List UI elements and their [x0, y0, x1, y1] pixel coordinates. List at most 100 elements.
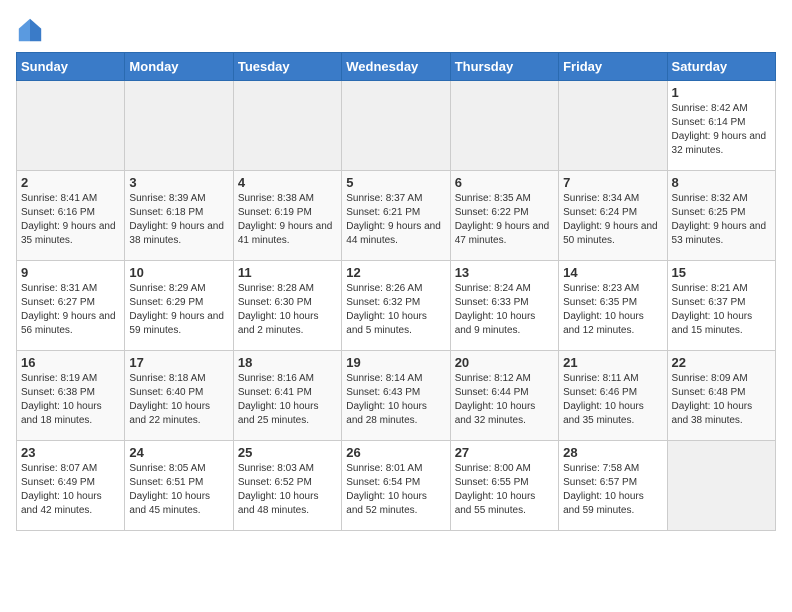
day-number: 26: [346, 445, 445, 460]
calendar-cell: 6 Sunrise: 8:35 AM Sunset: 6:22 PM Daylig…: [450, 171, 558, 261]
day-info: Sunrise: 8:16 AM Sunset: 6:41 PM Dayligh…: [238, 372, 337, 428]
day-number: 10: [129, 265, 228, 280]
logo-icon: [16, 16, 44, 44]
day-info: Sunrise: 8:01 AM Sunset: 6:54 PM Dayligh…: [346, 462, 445, 518]
header-day-wednesday: Wednesday: [342, 53, 450, 81]
day-number: 14: [563, 265, 662, 280]
calendar-cell: 8Sunrise: 8:32 AM Sunset: 6:25 PM Daylig…: [667, 171, 775, 261]
calendar-cell: 25Sunrise: 8:03 AM Sunset: 6:52 PM Dayli…: [233, 441, 341, 531]
day-info: Sunrise: 8:03 AM Sunset: 6:52 PM Dayligh…: [238, 462, 337, 518]
day-info: Sunrise: 8:24 AM Sunset: 6:33 PM Dayligh…: [455, 282, 554, 338]
day-info: Sunrise: 8:38 AM Sunset: 6:19 PM Dayligh…: [238, 192, 337, 248]
calendar-cell: 9Sunrise: 8:31 AM Sunset: 6:27 PM Daylig…: [17, 261, 125, 351]
calendar-cell: [342, 81, 450, 171]
header-day-monday: Monday: [125, 53, 233, 81]
day-info: Sunrise: 8:35 AM Sunset: 6:22 PM Dayligh…: [455, 192, 554, 248]
week-row-1: 2 Sunrise: 8:41 AM Sunset: 6:16 PM Daylig…: [17, 171, 776, 261]
calendar-cell: 5 Sunrise: 8:37 AM Sunset: 6:21 PM Daylig…: [342, 171, 450, 261]
day-info: Sunrise: 8:09 AM Sunset: 6:48 PM Dayligh…: [672, 372, 771, 428]
day-number: 21: [563, 355, 662, 370]
day-info: Sunrise: 8:07 AM Sunset: 6:49 PM Dayligh…: [21, 462, 120, 518]
calendar-cell: 27 Sunrise: 8:00 AM Sunset: 6:55 PM Dayli…: [450, 441, 558, 531]
day-info: Sunrise: 8:37 AM Sunset: 6:21 PM Dayligh…: [346, 192, 445, 248]
header-row: SundayMondayTuesdayWednesdayThursdayFrid…: [17, 53, 776, 81]
day-number: 17: [129, 355, 228, 370]
calendar-body: 1 Sunrise: 8:42 AM Sunset: 6:14 PM Daylig…: [17, 81, 776, 531]
day-info: Sunrise: 8:21 AM Sunset: 6:37 PM Dayligh…: [672, 282, 771, 338]
calendar-cell: 11Sunrise: 8:28 AM Sunset: 6:30 PM Dayli…: [233, 261, 341, 351]
day-info: Sunrise: 8:05 AM Sunset: 6:51 PM Dayligh…: [129, 462, 228, 518]
day-number: 11: [238, 265, 337, 280]
day-number: 27: [455, 445, 554, 460]
day-info: Sunrise: 8:19 AM Sunset: 6:38 PM Dayligh…: [21, 372, 120, 428]
week-row-4: 23 Sunrise: 8:07 AM Sunset: 6:49 PM Dayli…: [17, 441, 776, 531]
header-day-saturday: Saturday: [667, 53, 775, 81]
day-info: Sunrise: 8:00 AM Sunset: 6:55 PM Dayligh…: [455, 462, 554, 518]
calendar-cell: [233, 81, 341, 171]
day-info: Sunrise: 8:41 AM Sunset: 6:16 PM Dayligh…: [21, 192, 120, 248]
day-number: 20: [455, 355, 554, 370]
week-row-0: 1 Sunrise: 8:42 AM Sunset: 6:14 PM Daylig…: [17, 81, 776, 171]
day-number: 23: [21, 445, 120, 460]
header-day-sunday: Sunday: [17, 53, 125, 81]
page-header: [16, 16, 776, 44]
header-day-tuesday: Tuesday: [233, 53, 341, 81]
calendar-cell: [667, 441, 775, 531]
calendar-cell: 26 Sunrise: 8:01 AM Sunset: 6:54 PM Dayli…: [342, 441, 450, 531]
day-info: Sunrise: 8:39 AM Sunset: 6:18 PM Dayligh…: [129, 192, 228, 248]
calendar-cell: 21 Sunrise: 8:11 AM Sunset: 6:46 PM Dayli…: [559, 351, 667, 441]
day-number: 6: [455, 175, 554, 190]
day-number: 13: [455, 265, 554, 280]
calendar-cell: 20 Sunrise: 8:12 AM Sunset: 6:44 PM Dayli…: [450, 351, 558, 441]
calendar-cell: 15 Sunrise: 8:21 AM Sunset: 6:37 PM Dayli…: [667, 261, 775, 351]
day-info: Sunrise: 8:12 AM Sunset: 6:44 PM Dayligh…: [455, 372, 554, 428]
calendar-cell: 13 Sunrise: 8:24 AM Sunset: 6:33 PM Dayli…: [450, 261, 558, 351]
day-number: 15: [672, 265, 771, 280]
day-number: 1: [672, 85, 771, 100]
week-row-3: 16 Sunrise: 8:19 AM Sunset: 6:38 PM Dayli…: [17, 351, 776, 441]
day-number: 8: [672, 175, 771, 190]
day-info: Sunrise: 8:34 AM Sunset: 6:24 PM Dayligh…: [563, 192, 662, 248]
day-number: 12: [346, 265, 445, 280]
day-number: 2: [21, 175, 120, 190]
day-number: 24: [129, 445, 228, 460]
day-info: Sunrise: 8:23 AM Sunset: 6:35 PM Dayligh…: [563, 282, 662, 338]
day-info: Sunrise: 8:29 AM Sunset: 6:29 PM Dayligh…: [129, 282, 228, 338]
calendar-cell: 2 Sunrise: 8:41 AM Sunset: 6:16 PM Daylig…: [17, 171, 125, 261]
calendar-cell: 14 Sunrise: 8:23 AM Sunset: 6:35 PM Dayli…: [559, 261, 667, 351]
day-info: Sunrise: 8:11 AM Sunset: 6:46 PM Dayligh…: [563, 372, 662, 428]
day-number: 7: [563, 175, 662, 190]
day-info: Sunrise: 8:42 AM Sunset: 6:14 PM Dayligh…: [672, 102, 771, 158]
calendar-cell: [559, 81, 667, 171]
day-info: Sunrise: 8:18 AM Sunset: 6:40 PM Dayligh…: [129, 372, 228, 428]
day-number: 18: [238, 355, 337, 370]
calendar-cell: 10 Sunrise: 8:29 AM Sunset: 6:29 PM Dayli…: [125, 261, 233, 351]
day-number: 22: [672, 355, 771, 370]
day-number: 3: [129, 175, 228, 190]
calendar-cell: 18 Sunrise: 8:16 AM Sunset: 6:41 PM Dayli…: [233, 351, 341, 441]
calendar-cell: [450, 81, 558, 171]
header-day-friday: Friday: [559, 53, 667, 81]
calendar-cell: 7 Sunrise: 8:34 AM Sunset: 6:24 PM Daylig…: [559, 171, 667, 261]
logo: [16, 16, 48, 44]
calendar-cell: [17, 81, 125, 171]
calendar-cell: 22 Sunrise: 8:09 AM Sunset: 6:48 PM Dayli…: [667, 351, 775, 441]
calendar-header: SundayMondayTuesdayWednesdayThursdayFrid…: [17, 53, 776, 81]
day-number: 9: [21, 265, 120, 280]
calendar-cell: 12 Sunrise: 8:26 AM Sunset: 6:32 PM Dayli…: [342, 261, 450, 351]
day-number: 28: [563, 445, 662, 460]
day-number: 5: [346, 175, 445, 190]
day-info: Sunrise: 8:14 AM Sunset: 6:43 PM Dayligh…: [346, 372, 445, 428]
calendar-cell: 28Sunrise: 7:58 AM Sunset: 6:57 PM Dayli…: [559, 441, 667, 531]
calendar-cell: 24 Sunrise: 8:05 AM Sunset: 6:51 PM Dayli…: [125, 441, 233, 531]
calendar-cell: 23 Sunrise: 8:07 AM Sunset: 6:49 PM Dayli…: [17, 441, 125, 531]
day-number: 4: [238, 175, 337, 190]
week-row-2: 9Sunrise: 8:31 AM Sunset: 6:27 PM Daylig…: [17, 261, 776, 351]
calendar-cell: 3 Sunrise: 8:39 AM Sunset: 6:18 PM Daylig…: [125, 171, 233, 261]
calendar-cell: 1 Sunrise: 8:42 AM Sunset: 6:14 PM Daylig…: [667, 81, 775, 171]
day-number: 19: [346, 355, 445, 370]
day-info: Sunrise: 8:26 AM Sunset: 6:32 PM Dayligh…: [346, 282, 445, 338]
day-number: 16: [21, 355, 120, 370]
calendar-table: SundayMondayTuesdayWednesdayThursdayFrid…: [16, 52, 776, 531]
header-day-thursday: Thursday: [450, 53, 558, 81]
